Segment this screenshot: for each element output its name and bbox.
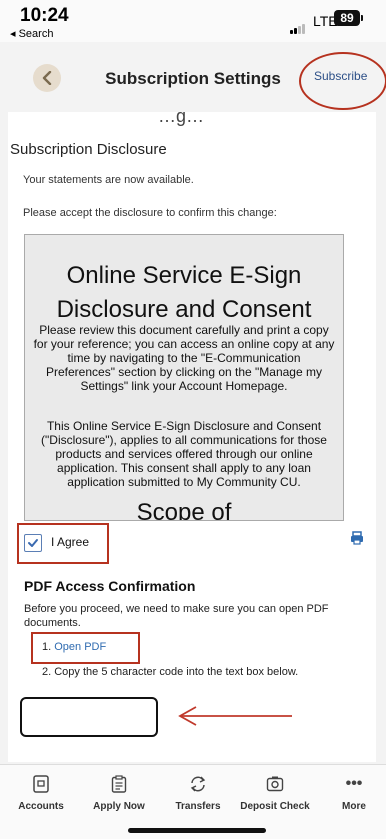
print-icon[interactable] bbox=[350, 531, 364, 550]
tab-label: Transfers bbox=[175, 801, 221, 812]
status-time: 10:24 bbox=[20, 5, 69, 26]
battery-icon: 89 bbox=[334, 10, 363, 26]
statements-available-text: Your statements are now available. bbox=[23, 174, 194, 186]
agree-label: I Agree bbox=[51, 535, 90, 549]
agree-checkbox-row[interactable]: I Agree bbox=[17, 523, 109, 564]
document-title-line-1: Online Service E-Sign bbox=[66, 262, 302, 289]
document-section-heading: Scope of bbox=[136, 499, 232, 521]
signal-icon bbox=[290, 16, 306, 34]
step-1-number: 1. bbox=[42, 641, 52, 653]
pdf-confirmation-description: Before you proceed, we need to make sure… bbox=[24, 603, 329, 629]
open-pdf-link[interactable]: Open PDF bbox=[54, 641, 106, 653]
tab-accounts[interactable]: Accounts bbox=[17, 775, 65, 812]
tab-label: Apply Now bbox=[93, 801, 145, 812]
checkmark-icon bbox=[28, 539, 38, 547]
more-icon: ••• bbox=[345, 775, 363, 792]
scrolled-text-fragment: …ɡ… bbox=[158, 106, 205, 126]
back-to-search-link[interactable]: ◂ Search bbox=[10, 27, 53, 40]
annotation-circle bbox=[299, 52, 386, 110]
document-paragraph: This Online Service E-Sign Disclosure an… bbox=[41, 419, 327, 489]
nav-header: Subscription Settings Subscribe bbox=[0, 42, 386, 112]
tab-label: Deposit Check bbox=[240, 801, 310, 812]
document-title: Online Service E-Sign Disclosure and Con… bbox=[25, 259, 343, 327]
accept-instruction-text: Please accept the disclosure to confirm … bbox=[23, 207, 277, 219]
disclosure-document-viewer[interactable]: Online Service E-Sign Disclosure and Con… bbox=[24, 234, 344, 521]
home-indicator[interactable] bbox=[128, 828, 266, 833]
transfer-icon bbox=[170, 775, 226, 797]
document-paragraph: Please review this document carefully an… bbox=[33, 323, 335, 393]
tab-label: Accounts bbox=[18, 801, 64, 812]
disclosure-heading: Subscription Disclosure bbox=[10, 141, 167, 158]
agree-checkbox[interactable] bbox=[24, 534, 42, 552]
accounts-icon bbox=[17, 775, 65, 797]
tab-label: More bbox=[342, 801, 366, 812]
step-1: 1. Open PDF bbox=[42, 641, 106, 653]
document-title-line-2: Disclosure and Consent bbox=[56, 296, 312, 323]
tab-deposit-check[interactable]: Deposit Check bbox=[238, 775, 312, 812]
clipboard-icon bbox=[88, 775, 150, 797]
tab-transfers[interactable]: Transfers bbox=[170, 775, 226, 812]
status-bar: 10:24 ◂ Search LTE 89 bbox=[0, 0, 386, 42]
camera-icon bbox=[238, 775, 312, 797]
tab-more[interactable]: ••• More bbox=[336, 775, 372, 812]
annotation-arrow-icon bbox=[176, 705, 296, 732]
pdf-code-input[interactable] bbox=[20, 697, 158, 737]
step-2: 2. Copy the 5 character code into the te… bbox=[42, 666, 299, 678]
pdf-confirmation-heading: PDF Access Confirmation bbox=[24, 578, 196, 594]
tab-apply-now[interactable]: Apply Now bbox=[88, 775, 150, 812]
